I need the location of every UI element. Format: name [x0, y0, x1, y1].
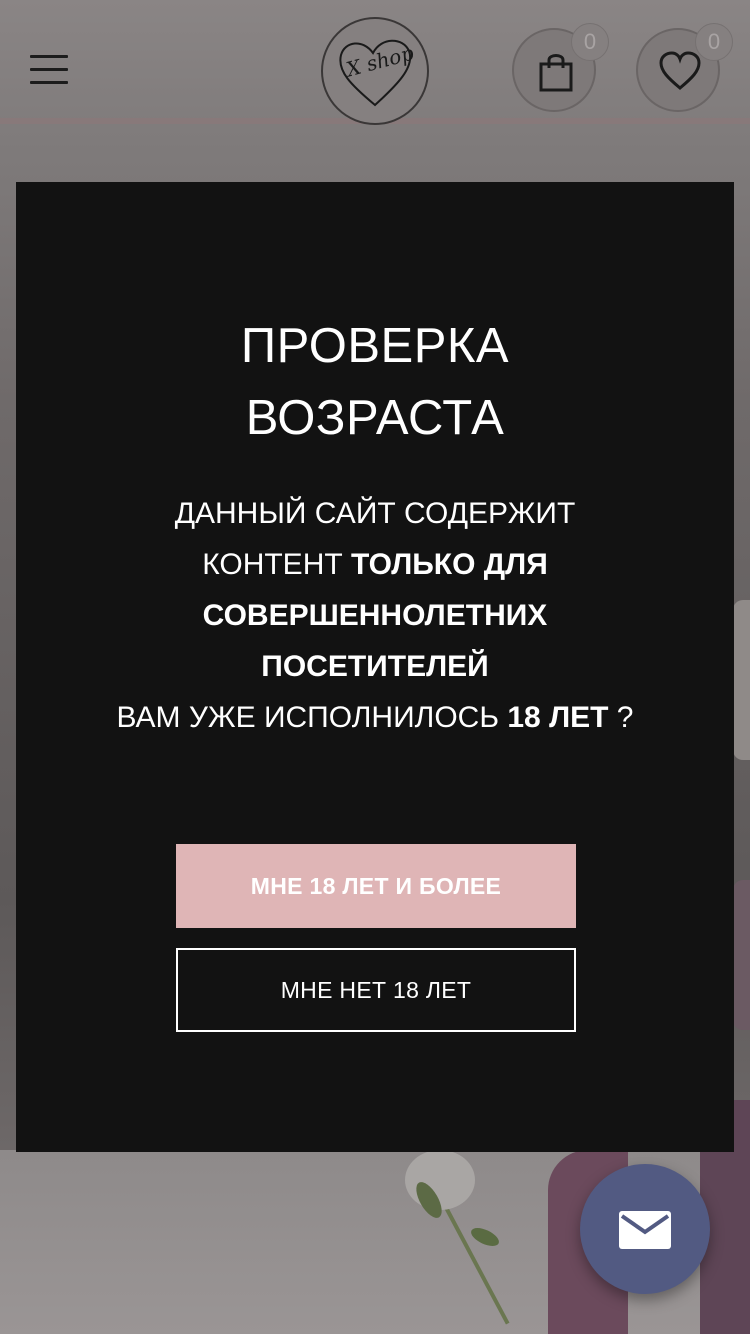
favorites-count-badge: 0	[695, 23, 733, 61]
cart-count-badge: 0	[571, 23, 609, 61]
background-image-edge	[733, 880, 750, 1030]
heart-icon	[659, 51, 701, 90]
deny-age-button[interactable]: МНЕ НЕТ 18 ЛЕТ	[176, 948, 576, 1032]
hamburger-line	[30, 81, 68, 84]
mail-button[interactable]	[580, 1164, 710, 1294]
message-age-emphasis: 18 ЛЕТ	[507, 701, 609, 734]
message-question-mark: ?	[608, 701, 634, 734]
hamburger-line	[30, 68, 68, 71]
site-logo[interactable]: X shop	[321, 17, 429, 125]
site-header: X shop 0 0	[0, 0, 750, 140]
mail-icon	[619, 1211, 671, 1249]
shopping-bag-icon	[539, 54, 573, 92]
modal-title-line: ВОЗРАСТА	[245, 391, 505, 445]
background-image-edge	[733, 600, 750, 760]
modal-title: ПРОВЕРКА ВОЗРАСТА	[16, 310, 734, 454]
message-question: ВАМ УЖЕ ИСПОЛНИЛОСЬ	[116, 701, 508, 734]
hamburger-icon[interactable]	[30, 55, 70, 87]
hamburger-line	[30, 55, 68, 58]
modal-message: ДАННЫЙ САЙТ СОДЕРЖИТ КОНТЕНТ ТОЛЬКО ДЛЯ …	[116, 488, 634, 743]
confirm-age-button[interactable]: МНЕ 18 ЛЕТ И БОЛЕЕ	[176, 844, 576, 928]
age-verification-modal: ПРОВЕРКА ВОЗРАСТА ДАННЫЙ САЙТ СОДЕРЖИТ К…	[16, 182, 734, 1152]
modal-title-line: ПРОВЕРКА	[240, 319, 510, 373]
